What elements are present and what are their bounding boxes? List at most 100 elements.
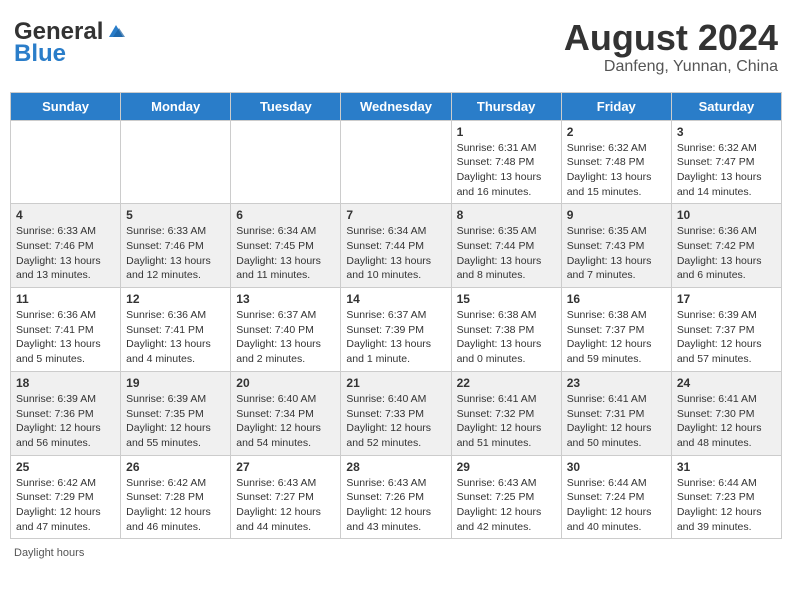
calendar-day-cell: 15 Sunrise: 6:38 AM Sunset: 7:38 PM Dayli… bbox=[451, 288, 561, 372]
calendar-day-cell: 16 Sunrise: 6:38 AM Sunset: 7:37 PM Dayli… bbox=[561, 288, 671, 372]
calendar-day-cell: 12 Sunrise: 6:36 AM Sunset: 7:41 PM Dayli… bbox=[121, 288, 231, 372]
day-info: Sunrise: 6:42 AM Sunset: 7:28 PM Dayligh… bbox=[126, 476, 225, 535]
day-number: 15 bbox=[457, 292, 556, 306]
day-info: Sunrise: 6:41 AM Sunset: 7:32 PM Dayligh… bbox=[457, 392, 556, 451]
logo-blue: Blue bbox=[14, 40, 66, 68]
calendar-week-row: 4 Sunrise: 6:33 AM Sunset: 7:46 PM Daylig… bbox=[11, 204, 782, 288]
day-number: 8 bbox=[457, 208, 556, 222]
calendar-day-cell bbox=[11, 120, 121, 204]
day-info: Sunrise: 6:38 AM Sunset: 7:37 PM Dayligh… bbox=[567, 308, 666, 367]
calendar-day-cell: 29Sunrise: 6:43 AM Sunset: 7:25 PM Dayli… bbox=[451, 455, 561, 539]
day-number: 23 bbox=[567, 376, 666, 390]
page-title: August 2024 bbox=[564, 18, 778, 58]
day-number: 1 bbox=[457, 125, 556, 139]
calendar-day-cell: 3 Sunrise: 6:32 AM Sunset: 7:47 PM Daylig… bbox=[671, 120, 781, 204]
calendar-day-header: Monday bbox=[121, 92, 231, 120]
day-info: Sunrise: 6:32 AM Sunset: 7:48 PM Dayligh… bbox=[567, 141, 666, 200]
day-number: 12 bbox=[126, 292, 225, 306]
day-number: 29 bbox=[457, 460, 556, 474]
calendar-day-cell bbox=[121, 120, 231, 204]
day-number: 20 bbox=[236, 376, 335, 390]
calendar-day-cell: 22 Sunrise: 6:41 AM Sunset: 7:32 PM Dayli… bbox=[451, 371, 561, 455]
calendar-day-cell: 4 Sunrise: 6:33 AM Sunset: 7:46 PM Daylig… bbox=[11, 204, 121, 288]
footer: Daylight hours bbox=[10, 545, 782, 561]
calendar-day-cell: 18 Sunrise: 6:39 AM Sunset: 7:36 PM Dayli… bbox=[11, 371, 121, 455]
day-info: Sunrise: 6:43 AM Sunset: 7:26 PM Dayligh… bbox=[346, 476, 445, 535]
day-info: Sunrise: 6:38 AM Sunset: 7:38 PM Dayligh… bbox=[457, 308, 556, 367]
calendar-day-cell: 1 Sunrise: 6:31 AM Sunset: 7:48 PM Daylig… bbox=[451, 120, 561, 204]
day-number: 31 bbox=[677, 460, 776, 474]
calendar-day-cell: 5 Sunrise: 6:33 AM Sunset: 7:46 PM Daylig… bbox=[121, 204, 231, 288]
day-number: 6 bbox=[236, 208, 335, 222]
page-header: General Blue August 2024 Danfeng, Yunnan… bbox=[10, 10, 782, 84]
day-number: 13 bbox=[236, 292, 335, 306]
daylight-label: Daylight hours bbox=[14, 547, 84, 559]
day-number: 30 bbox=[567, 460, 666, 474]
day-info: Sunrise: 6:39 AM Sunset: 7:36 PM Dayligh… bbox=[16, 392, 115, 451]
day-number: 5 bbox=[126, 208, 225, 222]
calendar-day-cell: 31 Sunrise: 6:44 AM Sunset: 7:23 PM Dayli… bbox=[671, 455, 781, 539]
day-info: Sunrise: 6:44 AM Sunset: 7:23 PM Dayligh… bbox=[677, 476, 776, 535]
calendar-day-cell: 11Sunrise: 6:36 AM Sunset: 7:41 PM Dayli… bbox=[11, 288, 121, 372]
title-block: August 2024 Danfeng, Yunnan, China bbox=[564, 18, 778, 76]
day-number: 16 bbox=[567, 292, 666, 306]
day-info: Sunrise: 6:42 AM Sunset: 7:29 PM Dayligh… bbox=[16, 476, 115, 535]
day-number: 22 bbox=[457, 376, 556, 390]
calendar-day-cell: 17 Sunrise: 6:39 AM Sunset: 7:37 PM Dayli… bbox=[671, 288, 781, 372]
day-info: Sunrise: 6:37 AM Sunset: 7:39 PM Dayligh… bbox=[346, 308, 445, 367]
calendar-week-row: 18 Sunrise: 6:39 AM Sunset: 7:36 PM Dayli… bbox=[11, 371, 782, 455]
day-info: Sunrise: 6:32 AM Sunset: 7:47 PM Dayligh… bbox=[677, 141, 776, 200]
day-number: 18 bbox=[16, 376, 115, 390]
calendar-week-row: 25Sunrise: 6:42 AM Sunset: 7:29 PM Dayli… bbox=[11, 455, 782, 539]
logo-icon bbox=[105, 23, 127, 41]
calendar-day-header: Saturday bbox=[671, 92, 781, 120]
calendar-day-cell: 28 Sunrise: 6:43 AM Sunset: 7:26 PM Dayli… bbox=[341, 455, 451, 539]
day-number: 28 bbox=[346, 460, 445, 474]
calendar-day-cell: 27 Sunrise: 6:43 AM Sunset: 7:27 PM Dayli… bbox=[231, 455, 341, 539]
day-number: 27 bbox=[236, 460, 335, 474]
calendar-day-cell: 9Sunrise: 6:35 AM Sunset: 7:43 PM Daylig… bbox=[561, 204, 671, 288]
calendar-day-cell: 25Sunrise: 6:42 AM Sunset: 7:29 PM Dayli… bbox=[11, 455, 121, 539]
calendar-day-header: Thursday bbox=[451, 92, 561, 120]
calendar-day-cell: 7Sunrise: 6:34 AM Sunset: 7:44 PM Daylig… bbox=[341, 204, 451, 288]
calendar-day-cell: 10Sunrise: 6:36 AM Sunset: 7:42 PM Dayli… bbox=[671, 204, 781, 288]
day-info: Sunrise: 6:33 AM Sunset: 7:46 PM Dayligh… bbox=[126, 224, 225, 283]
day-info: Sunrise: 6:36 AM Sunset: 7:41 PM Dayligh… bbox=[16, 308, 115, 367]
day-info: Sunrise: 6:44 AM Sunset: 7:24 PM Dayligh… bbox=[567, 476, 666, 535]
day-info: Sunrise: 6:36 AM Sunset: 7:42 PM Dayligh… bbox=[677, 224, 776, 283]
day-info: Sunrise: 6:40 AM Sunset: 7:33 PM Dayligh… bbox=[346, 392, 445, 451]
day-number: 21 bbox=[346, 376, 445, 390]
day-number: 24 bbox=[677, 376, 776, 390]
calendar-day-cell: 21 Sunrise: 6:40 AM Sunset: 7:33 PM Dayli… bbox=[341, 371, 451, 455]
calendar-week-row: 1 Sunrise: 6:31 AM Sunset: 7:48 PM Daylig… bbox=[11, 120, 782, 204]
day-info: Sunrise: 6:39 AM Sunset: 7:37 PM Dayligh… bbox=[677, 308, 776, 367]
day-info: Sunrise: 6:36 AM Sunset: 7:41 PM Dayligh… bbox=[126, 308, 225, 367]
calendar-day-cell: 8Sunrise: 6:35 AM Sunset: 7:44 PM Daylig… bbox=[451, 204, 561, 288]
day-info: Sunrise: 6:43 AM Sunset: 7:27 PM Dayligh… bbox=[236, 476, 335, 535]
day-info: Sunrise: 6:34 AM Sunset: 7:45 PM Dayligh… bbox=[236, 224, 335, 283]
day-info: Sunrise: 6:40 AM Sunset: 7:34 PM Dayligh… bbox=[236, 392, 335, 451]
day-number: 3 bbox=[677, 125, 776, 139]
day-info: Sunrise: 6:31 AM Sunset: 7:48 PM Dayligh… bbox=[457, 141, 556, 200]
calendar-day-cell: 13 Sunrise: 6:37 AM Sunset: 7:40 PM Dayli… bbox=[231, 288, 341, 372]
calendar-table: SundayMondayTuesdayWednesdayThursdayFrid… bbox=[10, 92, 782, 540]
calendar-day-cell: 2Sunrise: 6:32 AM Sunset: 7:48 PM Daylig… bbox=[561, 120, 671, 204]
day-info: Sunrise: 6:39 AM Sunset: 7:35 PM Dayligh… bbox=[126, 392, 225, 451]
day-number: 17 bbox=[677, 292, 776, 306]
calendar-day-cell: 14 Sunrise: 6:37 AM Sunset: 7:39 PM Dayli… bbox=[341, 288, 451, 372]
calendar-day-cell: 23Sunrise: 6:41 AM Sunset: 7:31 PM Dayli… bbox=[561, 371, 671, 455]
day-number: 14 bbox=[346, 292, 445, 306]
calendar-day-header: Friday bbox=[561, 92, 671, 120]
day-info: Sunrise: 6:37 AM Sunset: 7:40 PM Dayligh… bbox=[236, 308, 335, 367]
day-number: 4 bbox=[16, 208, 115, 222]
day-number: 7 bbox=[346, 208, 445, 222]
day-info: Sunrise: 6:35 AM Sunset: 7:43 PM Dayligh… bbox=[567, 224, 666, 283]
calendar-day-cell: 20 Sunrise: 6:40 AM Sunset: 7:34 PM Dayli… bbox=[231, 371, 341, 455]
calendar-day-header: Wednesday bbox=[341, 92, 451, 120]
calendar-day-cell: 24Sunrise: 6:41 AM Sunset: 7:30 PM Dayli… bbox=[671, 371, 781, 455]
day-info: Sunrise: 6:33 AM Sunset: 7:46 PM Dayligh… bbox=[16, 224, 115, 283]
calendar-day-cell: 19Sunrise: 6:39 AM Sunset: 7:35 PM Dayli… bbox=[121, 371, 231, 455]
calendar-day-header: Sunday bbox=[11, 92, 121, 120]
calendar-day-cell bbox=[231, 120, 341, 204]
calendar-day-header: Tuesday bbox=[231, 92, 341, 120]
